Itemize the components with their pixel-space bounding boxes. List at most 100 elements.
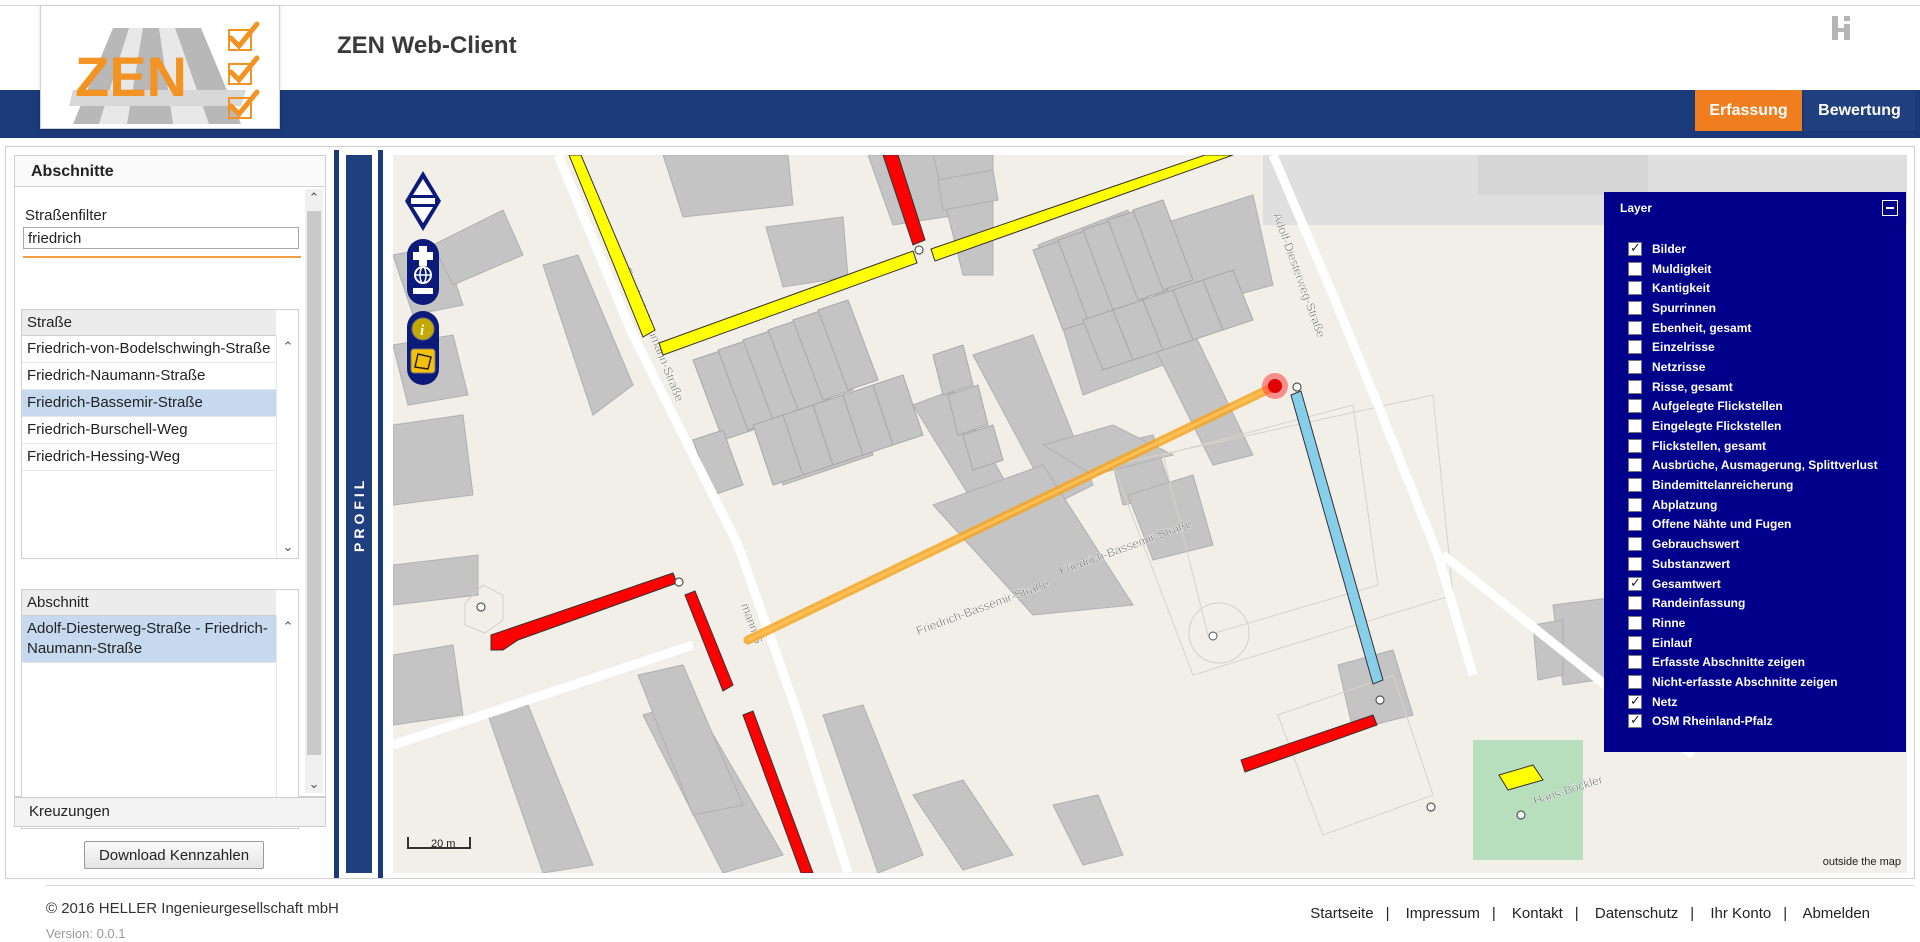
footer-link-abmelden[interactable]: Abmelden (1802, 905, 1870, 922)
layer-item[interactable]: Einlauf (1628, 633, 1878, 653)
layer-switcher: Layer Bilder Muldigkeit Kantigkeit Spurrinn… (1604, 192, 1906, 752)
layer-label: Kantigkeit (1652, 281, 1711, 296)
download-kennzahlen-button[interactable]: Download Kennzahlen (84, 841, 264, 869)
layer-item[interactable]: Abplatzung (1628, 495, 1878, 515)
layer-item[interactable]: Ausbrüche, Ausmagerung, Splittverlust (1628, 456, 1878, 476)
layer-checkbox[interactable] (1628, 596, 1642, 611)
layer-label: Rinne (1652, 615, 1686, 630)
layer-checkbox[interactable] (1628, 615, 1642, 630)
layer-item[interactable]: Bindemittelanreicherung (1628, 475, 1878, 495)
layer-checkbox[interactable] (1628, 497, 1642, 512)
kreuzungen-section[interactable]: Kreuzungen (14, 797, 326, 827)
street-row[interactable]: Friedrich-von-Bodelschwingh-Straße (22, 336, 276, 363)
layer-item[interactable]: Flickstellen, gesamt (1628, 436, 1878, 456)
pan-icon[interactable] (405, 171, 441, 231)
layer-list: Bilder Muldigkeit Kantigkeit Spurrinnen Eben… (1628, 239, 1878, 731)
section-row-selected[interactable]: Adolf-Diesterweg-Straße - Friedrich-Naum… (22, 616, 276, 663)
layer-item[interactable]: OSM Rheinland-Pfalz (1628, 712, 1878, 732)
panel-splitter[interactable] (378, 150, 383, 878)
layer-item[interactable]: Offene Nähte und Fugen (1628, 515, 1878, 535)
layer-item[interactable]: Eingelegte Flickstellen (1628, 416, 1878, 436)
street-row[interactable]: Friedrich-Burschell-Weg (22, 417, 276, 444)
layer-item[interactable]: Nicht-erfasste Abschnitte zeigen (1628, 672, 1878, 692)
layer-label: Substanzwert (1652, 556, 1731, 571)
layer-checkbox[interactable] (1628, 240, 1642, 256)
layer-label: Aufgelegte Flickstellen (1652, 399, 1783, 414)
street-grid-header: Straße (22, 310, 276, 336)
info-icon[interactable]: i (411, 317, 435, 341)
layer-item[interactable]: Rinne (1628, 613, 1878, 633)
layer-item[interactable]: Erfasste Abschnitte zeigen (1628, 652, 1878, 672)
layer-item[interactable]: Gesamtwert (1628, 574, 1878, 594)
layer-checkbox[interactable] (1628, 281, 1642, 296)
layer-checkbox[interactable] (1628, 712, 1642, 729)
footer-link-startseite[interactable]: Startseite (1310, 905, 1373, 922)
layer-item[interactable]: Einzelrisse (1628, 337, 1878, 357)
chevron-down-icon[interactable]: ⌄ (279, 538, 297, 556)
layer-item[interactable]: Aufgelegte Flickstellen (1628, 397, 1878, 417)
layer-item[interactable]: Netz (1628, 692, 1878, 712)
tab-bewertung[interactable]: Bewertung (1804, 90, 1915, 131)
layer-checkbox[interactable] (1628, 458, 1642, 473)
street-row[interactable]: Friedrich-Hessing-Weg (22, 444, 276, 471)
layer-item[interactable]: Bilder (1628, 239, 1878, 259)
profil-panel[interactable]: PROFIL (346, 155, 372, 873)
svg-text:Adolf-Diesterweg-Straße: Adolf-Diesterweg-Straße (1270, 211, 1328, 340)
layer-checkbox[interactable] (1628, 635, 1642, 650)
layer-checkbox[interactable] (1628, 478, 1642, 493)
street-grid-scrollbar[interactable]: ⌃ ⌄ (276, 336, 298, 558)
street-filter-input[interactable] (23, 227, 299, 249)
map-nav-controls: i (403, 169, 443, 424)
layer-label: Nicht-erfasste Abschnitte zeigen (1652, 674, 1838, 689)
panel-splitter[interactable] (334, 150, 339, 878)
scrollbar-thumb[interactable] (307, 211, 321, 755)
layer-checkbox[interactable] (1628, 419, 1642, 434)
panel-scrollbar[interactable]: ⌃ ⌄ (305, 189, 323, 793)
layer-checkbox[interactable] (1628, 655, 1642, 670)
minimize-icon[interactable] (1882, 200, 1898, 216)
street-row-selected[interactable]: Friedrich-Bassemir-Straße (22, 390, 276, 417)
footer-link-datenschutz[interactable]: Datenschutz (1595, 905, 1678, 922)
layer-checkbox[interactable] (1628, 399, 1642, 414)
chevron-up-icon[interactable]: ⌃ (279, 338, 297, 356)
chevron-down-icon[interactable]: ⌄ (305, 775, 323, 793)
layer-checkbox[interactable] (1628, 300, 1642, 315)
map-view[interactable]: Friedrich-Bassemir-Straße Friedrich-Bass… (393, 155, 1907, 873)
layer-item[interactable]: Muldigkeit (1628, 259, 1878, 279)
app: ZEN ZEN Web-Client Erfassung Bewertung A… (0, 0, 1920, 942)
footer-link-konto[interactable]: Ihr Konto (1710, 905, 1771, 922)
layer-checkbox[interactable] (1628, 320, 1642, 335)
polygon-select-icon[interactable] (410, 348, 436, 374)
street-row[interactable]: Friedrich-Naumann-Straße (22, 363, 276, 390)
footer-link-impressum[interactable]: Impressum (1406, 905, 1480, 922)
layer-item[interactable]: Spurrinnen (1628, 298, 1878, 318)
layer-checkbox[interactable] (1628, 438, 1642, 453)
tab-erfassung[interactable]: Erfassung (1695, 90, 1802, 131)
layer-checkbox[interactable] (1628, 575, 1642, 591)
layer-checkbox[interactable] (1628, 537, 1642, 552)
layer-item[interactable]: Randeinfassung (1628, 593, 1878, 613)
segment-ok (1290, 390, 1384, 685)
layer-item[interactable]: Substanzwert (1628, 554, 1878, 574)
layer-checkbox[interactable] (1628, 674, 1642, 689)
link-separator: | (1385, 905, 1390, 922)
layer-checkbox[interactable] (1628, 379, 1642, 394)
layer-checkbox[interactable] (1628, 556, 1642, 571)
layer-label: Einzelrisse (1652, 340, 1715, 355)
layer-item[interactable]: Kantigkeit (1628, 278, 1878, 298)
footer-link-kontakt[interactable]: Kontakt (1512, 905, 1563, 922)
layer-item[interactable]: Ebenheit, gesamt (1628, 318, 1878, 338)
layer-checkbox[interactable] (1628, 693, 1642, 709)
layer-checkbox[interactable] (1628, 261, 1642, 276)
chevron-up-icon[interactable]: ⌃ (279, 618, 297, 636)
zoom-out-icon[interactable] (413, 288, 433, 294)
layer-item[interactable]: Risse, gesamt (1628, 377, 1878, 397)
layer-item[interactable]: Gebrauchswert (1628, 534, 1878, 554)
layer-label: Offene Nähte und Fugen (1652, 517, 1792, 532)
layer-label: Bindemittelanreicherung (1652, 478, 1794, 493)
layer-checkbox[interactable] (1628, 359, 1642, 374)
chevron-up-icon[interactable]: ⌃ (305, 189, 323, 207)
layer-checkbox[interactable] (1628, 340, 1642, 355)
layer-checkbox[interactable] (1628, 517, 1642, 532)
layer-item[interactable]: Netzrisse (1628, 357, 1878, 377)
